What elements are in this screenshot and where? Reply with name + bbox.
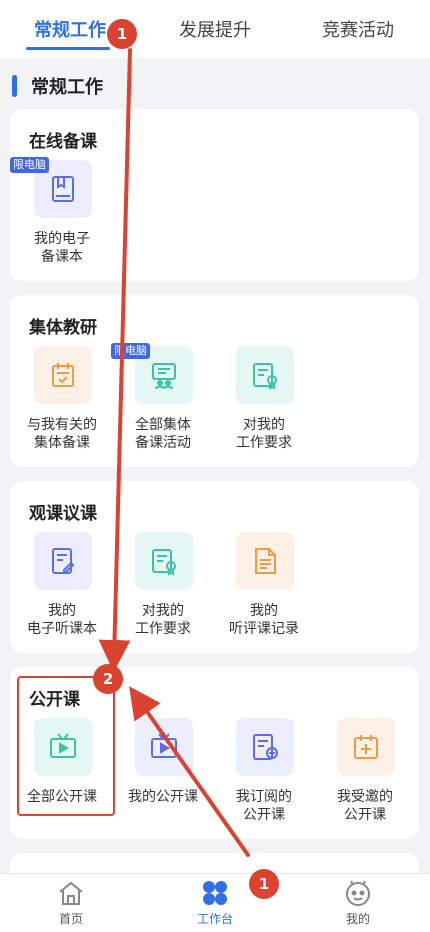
item-work-requirements-2[interactable]: 对我的 工作要求 (113, 532, 213, 652)
step-marker-1-top: 1 (107, 19, 137, 49)
step-marker-2: 2 (93, 664, 123, 694)
item-label: 我的公开课 (128, 789, 198, 805)
item-invited-open-classes[interactable]: 我受邀的 公开课 (315, 718, 415, 838)
card-group-research: 集体教研 与我有关的 集体备课 限电脑 全部集体 备课活动 对我的 工作要求 (10, 295, 419, 467)
file-text-icon (236, 532, 294, 590)
section-header: 常规工作 (12, 74, 103, 98)
nav-label: 工作台 (196, 912, 233, 926)
item-label: 对我的 工作要求 (135, 603, 191, 637)
bottom-nav: 首页 工作台 我的 (0, 873, 430, 932)
calendar-check-icon (34, 346, 92, 404)
item-related-group-prep[interactable]: 与我有关的 集体备课 (12, 346, 112, 466)
workbench-icon (203, 881, 227, 905)
item-subscribed-open-classes[interactable]: 我订阅的 公开课 (214, 718, 314, 838)
card-online-prep: 在线备课 限电脑 我的电子 备课本 (10, 109, 419, 281)
item-all-group-activities[interactable]: 限电脑 全部集体 备课活动 (111, 343, 213, 466)
nav-workbench[interactable]: 工作台 (175, 878, 255, 927)
item-my-ebook[interactable]: 限电脑 我的电子 备课本 (10, 157, 112, 280)
nav-home[interactable]: 首页 (31, 878, 111, 927)
card-title-observe: 观课议课 (29, 504, 97, 524)
tv-play-icon (135, 718, 193, 776)
subscribe-doc-icon (236, 718, 294, 776)
card-observe: 观课议课 我的 电子听课本 对我的 工作要求 我的 听评课记录 (10, 481, 419, 653)
edit-doc-icon (34, 532, 92, 590)
tab-development[interactable]: 发展提升 (179, 16, 251, 42)
item-my-open-classes[interactable]: 我的公开课 (113, 718, 213, 838)
item-work-requirements[interactable]: 对我的 工作要求 (214, 346, 314, 466)
section-accent-bar (12, 75, 17, 97)
annotation-highlight-box (17, 676, 115, 816)
tab-competition[interactable]: 竞赛活动 (322, 16, 394, 42)
nav-label: 我的 (345, 912, 370, 926)
certificate-icon (135, 532, 193, 590)
card-title-group-research: 集体教研 (29, 318, 97, 338)
item-my-listening-book[interactable]: 我的 电子听课本 (12, 532, 112, 652)
top-tab-bar: 常规工作 发展提升 竞赛活动 (0, 0, 430, 58)
active-tab-indicator (26, 47, 110, 50)
item-listening-records[interactable]: 我的 听评课记录 (214, 532, 314, 652)
item-label: 我受邀的 公开课 (337, 789, 393, 823)
item-label: 我的 电子听课本 (27, 603, 97, 637)
item-label: 我的电子 备课本 (34, 231, 90, 265)
calendar-add-icon (337, 718, 395, 776)
item-label: 我订阅的 公开课 (236, 789, 292, 823)
nav-label: 首页 (58, 912, 83, 926)
profile-icon (346, 880, 370, 906)
item-label: 与我有关的 集体备课 (27, 417, 97, 451)
section-title: 常规工作 (31, 77, 103, 98)
item-label: 对我的 工作要求 (236, 417, 292, 451)
pc-only-badge: 限电脑 (111, 343, 150, 359)
item-label: 全部集体 备课活动 (135, 417, 191, 451)
tab-regular-work[interactable]: 常规工作 (34, 16, 106, 42)
item-label: 我的 听评课记录 (229, 603, 299, 637)
nav-profile[interactable]: 我的 (318, 878, 398, 927)
step-marker-1-bottom: 1 (249, 869, 279, 899)
certificate-icon (236, 346, 294, 404)
home-icon (59, 881, 83, 905)
card-title-online-prep: 在线备课 (29, 132, 97, 152)
pc-only-badge: 限电脑 (10, 157, 49, 173)
